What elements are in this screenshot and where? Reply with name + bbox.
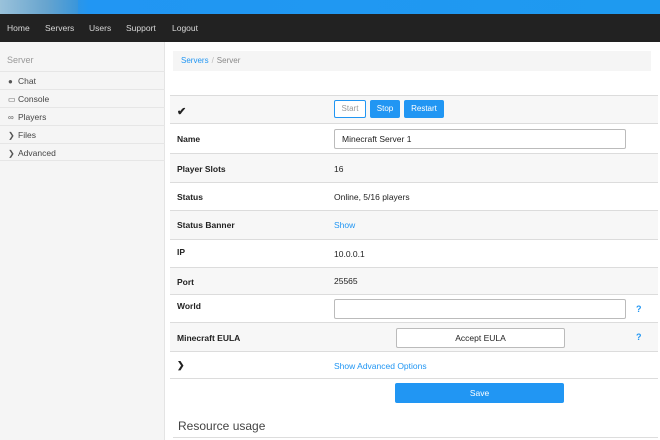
chevron-right-icon[interactable]: ❯: [177, 360, 185, 371]
sidebar-item-players[interactable]: ∞ Players: [0, 107, 165, 125]
port-label: Port: [177, 277, 194, 287]
check-icon: ✔: [177, 106, 187, 118]
restart-button[interactable]: Restart: [404, 100, 444, 118]
save-button[interactable]: Save: [395, 383, 564, 403]
port-row: Port 25565: [170, 267, 658, 294]
accept-eula-button[interactable]: Accept EULA: [396, 328, 565, 348]
eula-help-icon[interactable]: ?: [636, 332, 642, 342]
controls-row: ✔ Start Stop Restart: [170, 95, 658, 123]
sidebar-item-chat[interactable]: ● Chat: [0, 71, 165, 89]
chevron-right-icon: ❯: [8, 149, 15, 158]
show-advanced-options-link[interactable]: Show Advanced Options: [334, 361, 427, 371]
name-label: Name: [177, 134, 201, 144]
breadcrumb-current: Server: [216, 56, 241, 65]
sidebar-item-label: Advanced: [18, 148, 56, 158]
banner-logo: [0, 0, 78, 14]
sidebar: Server ● Chat ▭ Console ∞ Players ❯ Files ❯ A…: [0, 42, 165, 440]
player-slots-row: Player Slots 16: [170, 153, 658, 182]
status-banner-show-link[interactable]: Show: [334, 220, 355, 230]
sidebar-item-label: Players: [18, 112, 47, 122]
nav-support[interactable]: Support: [126, 14, 156, 42]
breadcrumb-servers-link[interactable]: Servers: [181, 56, 209, 65]
ip-row: IP 10.0.0.1: [170, 239, 658, 267]
player-slots-value: 16: [334, 164, 344, 174]
nav-users[interactable]: Users: [89, 14, 111, 42]
nav-servers[interactable]: Servers: [45, 14, 74, 42]
world-row: World ?: [170, 294, 658, 322]
resource-usage-heading: Resource usage: [178, 419, 266, 433]
port-value: 25565: [334, 276, 358, 286]
sidebar-item-files[interactable]: ❯ Files: [0, 125, 165, 143]
name-input[interactable]: Minecraft Server 1: [334, 129, 626, 149]
eula-row: Minecraft EULA Accept EULA ?: [170, 322, 658, 351]
top-banner: [0, 0, 660, 14]
section-divider: [173, 437, 658, 438]
eula-label: Minecraft EULA: [177, 333, 241, 343]
start-button[interactable]: Start: [334, 100, 366, 118]
sidebar-item-label: Console: [18, 94, 50, 104]
top-navbar: Home Servers Users Support Logout: [0, 14, 660, 42]
name-row: Name Minecraft Server 1: [170, 123, 658, 153]
breadcrumb-separator: /: [211, 56, 214, 65]
ip-value: 10.0.0.1: [334, 249, 365, 259]
nav-logout[interactable]: Logout: [172, 14, 198, 42]
sidebar-item-advanced[interactable]: ❯ Advanced: [0, 143, 165, 161]
world-label: World: [177, 301, 201, 311]
ip-label: IP: [177, 247, 186, 257]
sidebar-item-console[interactable]: ▭ Console: [0, 89, 165, 107]
player-slots-label: Player Slots: [177, 164, 226, 174]
breadcrumb: Servers / Server: [173, 51, 651, 71]
advanced-row: ❯ Show Advanced Options: [170, 351, 658, 379]
sidebar-title: Server: [7, 55, 34, 65]
stop-button[interactable]: Stop: [370, 100, 400, 118]
world-help-icon[interactable]: ?: [636, 304, 642, 314]
nav-home[interactable]: Home: [7, 14, 30, 42]
status-banner-row: Status Banner Show: [170, 210, 658, 239]
status-label: Status: [177, 192, 203, 202]
status-row: Status Online, 5/16 players: [170, 182, 658, 210]
status-banner-label: Status Banner: [177, 220, 235, 230]
sidebar-item-label: Files: [18, 130, 36, 140]
sidebar-item-label: Chat: [18, 76, 36, 86]
world-input[interactable]: [334, 299, 626, 319]
status-value: Online, 5/16 players: [334, 192, 410, 202]
